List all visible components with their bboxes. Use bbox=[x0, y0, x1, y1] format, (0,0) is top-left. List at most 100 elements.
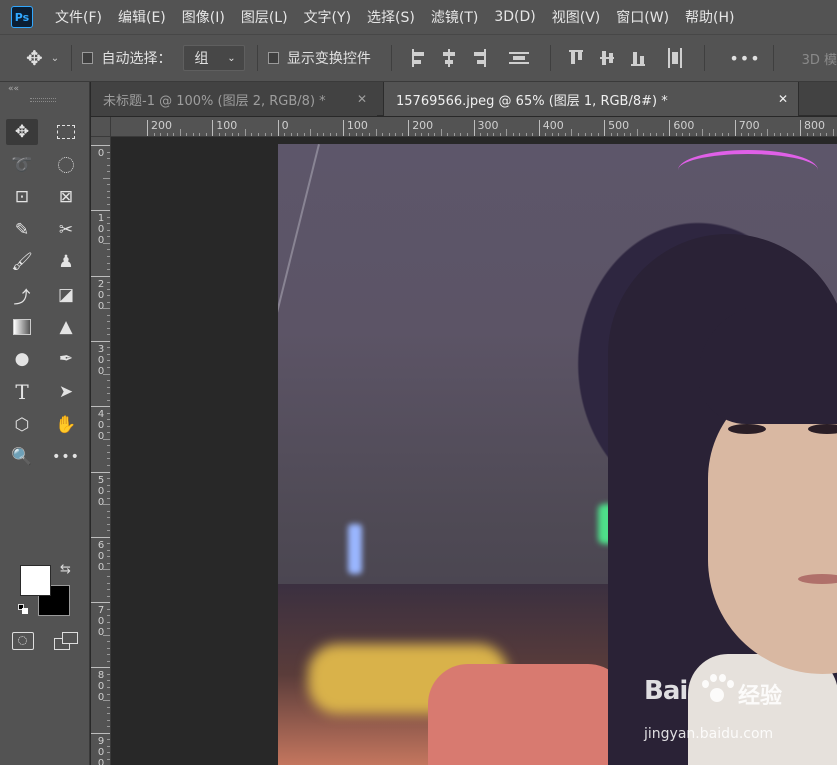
vertical-ruler[interactable]: 0100200300400500600700800900 bbox=[91, 137, 111, 765]
ruler-h-minor-tick bbox=[199, 133, 201, 136]
horizontal-ruler[interactable]: 200 100 0 100 200 300 400 500 600 700 800 bbox=[111, 117, 837, 137]
shape-tool-icon[interactable]: ⬡ bbox=[6, 412, 38, 438]
align-right-edges-icon[interactable] bbox=[472, 48, 487, 68]
ruler-h-minor-tick bbox=[179, 129, 181, 136]
ruler-v-minor-tick bbox=[107, 654, 110, 656]
align-top-edges-icon[interactable] bbox=[568, 48, 584, 68]
ruler-v-minor-tick bbox=[107, 151, 110, 153]
align-left-edges-icon[interactable] bbox=[410, 48, 425, 68]
ruler-v-digit: 0 bbox=[97, 431, 105, 443]
align-horizontal-centers-icon[interactable] bbox=[441, 48, 456, 68]
auto-select-checkbox[interactable] bbox=[82, 52, 94, 64]
menu-select[interactable]: 选择(S) bbox=[359, 7, 423, 27]
auto-select-target-dropdown[interactable]: 组 ⌄ bbox=[183, 45, 245, 71]
more-options-icon[interactable]: ••• bbox=[729, 49, 760, 68]
ruler-h-minor-tick bbox=[160, 133, 162, 136]
path-selection-tool-icon[interactable]: ➤ bbox=[50, 379, 82, 405]
ruler-v-digit: 0 bbox=[97, 496, 105, 508]
watermark-url: jingyan.baidu.com bbox=[644, 726, 774, 742]
menu-filter[interactable]: 滤镜(T) bbox=[423, 7, 486, 27]
tab-15769566-jpeg[interactable]: 15769566.jpeg @ 65% (图层 1, RGB/8#) * ✕ bbox=[383, 82, 799, 116]
eyedropper-tool-icon[interactable]: ✎ bbox=[6, 217, 38, 243]
menu-layer[interactable]: 图层(L) bbox=[233, 7, 296, 27]
ruler-v-minor-tick bbox=[107, 314, 110, 316]
crop-tool-icon[interactable]: ⊡ bbox=[6, 184, 38, 210]
type-tool-icon[interactable]: T bbox=[6, 379, 38, 405]
ruler-v-minor-tick bbox=[107, 464, 110, 466]
menu-help[interactable]: 帮助(H) bbox=[677, 7, 742, 27]
menu-image[interactable]: 图像(I) bbox=[174, 7, 233, 27]
ruler-v-digit: 0 bbox=[97, 616, 105, 628]
ruler-h-label: 0 bbox=[277, 120, 289, 136]
ruler-v-minor-tick bbox=[107, 158, 110, 160]
sharpen-tool-icon[interactable]: ▲ bbox=[50, 314, 82, 340]
collapse-panel-icon[interactable]: «« bbox=[8, 84, 19, 94]
ruler-h-minor-tick bbox=[244, 129, 246, 136]
menu-type[interactable]: 文字(Y) bbox=[296, 7, 359, 27]
watermark-chinese: 经验 bbox=[738, 684, 783, 709]
chevron-down-icon[interactable]: ⌄ bbox=[51, 53, 59, 64]
swap-colors-icon[interactable]: ⇆ bbox=[60, 562, 71, 577]
ruler-v-label: 400 bbox=[91, 406, 110, 443]
ruler-h-minor-tick bbox=[617, 133, 619, 136]
distribute-horizontal-icon[interactable] bbox=[667, 48, 683, 68]
ruler-origin[interactable] bbox=[91, 117, 111, 137]
menu-view[interactable]: 视图(V) bbox=[544, 7, 609, 27]
menu-file[interactable]: 文件(F) bbox=[43, 7, 110, 27]
align-bottom-edges-icon[interactable] bbox=[630, 48, 646, 68]
ruler-v-minor-tick bbox=[107, 517, 110, 519]
close-icon[interactable]: ✕ bbox=[778, 92, 788, 106]
menu-window[interactable]: 窗口(W) bbox=[608, 7, 677, 27]
panel-grip[interactable] bbox=[30, 98, 56, 102]
ruler-v-minor-tick bbox=[107, 367, 110, 369]
move-tool-preset-icon[interactable]: ✥ bbox=[26, 46, 43, 70]
ruler-v-minor-tick bbox=[107, 269, 110, 271]
clone-stamp-tool-icon[interactable]: ♟ bbox=[50, 249, 82, 275]
eraser-tool-icon[interactable]: ◪ bbox=[50, 282, 82, 308]
image-blue-light bbox=[348, 524, 362, 574]
ruler-v-minor-tick bbox=[107, 491, 110, 493]
3d-mode-label: 3D 模 bbox=[801, 52, 837, 68]
screen-mode-icon[interactable] bbox=[54, 632, 78, 652]
move-tool-icon[interactable]: ✥ bbox=[6, 119, 38, 145]
ruler-h-minor-tick bbox=[427, 133, 429, 136]
ruler-v-minor-tick bbox=[107, 641, 110, 643]
quick-mask-mode-icon[interactable] bbox=[12, 632, 34, 650]
brush-tool-icon[interactable]: 🖌 bbox=[6, 249, 38, 275]
ruler-v-minor-tick bbox=[107, 478, 110, 480]
edit-toolbar-icon[interactable]: ••• bbox=[50, 444, 82, 470]
rectangular-marquee-tool-icon[interactable] bbox=[50, 119, 82, 145]
show-transform-controls-checkbox[interactable] bbox=[267, 52, 279, 64]
dodge-tool-icon[interactable]: ● bbox=[6, 346, 38, 372]
ruler-v-digit: 4 bbox=[97, 409, 105, 421]
ruler-v-digit: 0 bbox=[97, 148, 105, 159]
lasso-tool-icon[interactable]: ➰ bbox=[6, 152, 38, 178]
ruler-h-minor-tick bbox=[675, 133, 677, 136]
frame-tool-icon[interactable]: ⊠ bbox=[50, 184, 82, 210]
ruler-v-minor-tick bbox=[107, 575, 110, 577]
ruler-h-minor-tick bbox=[258, 133, 259, 136]
pen-tool-icon[interactable]: ✒ bbox=[50, 346, 82, 372]
history-brush-tool-icon[interactable]: ⤴ bbox=[6, 282, 38, 308]
foreground-color-swatch[interactable] bbox=[20, 565, 51, 596]
distribute-vertical-icon[interactable] bbox=[508, 48, 529, 68]
ruler-h-minor-tick bbox=[395, 133, 397, 136]
zoom-tool-icon[interactable]: 🔍 bbox=[6, 444, 38, 470]
default-colors-icon[interactable] bbox=[18, 604, 28, 614]
content-aware-move-tool-icon[interactable]: ✂ bbox=[50, 217, 82, 243]
quick-selection-tool-icon[interactable] bbox=[50, 152, 82, 178]
menu-edit[interactable]: 编辑(E) bbox=[110, 7, 174, 27]
gradient-tool-icon[interactable] bbox=[6, 314, 38, 340]
ruler-v-label: 800 bbox=[91, 667, 110, 703]
divider bbox=[256, 45, 258, 71]
canvas-area[interactable] bbox=[112, 138, 837, 765]
hand-tool-icon[interactable]: ✋ bbox=[50, 412, 82, 438]
ruler-h-minor-tick bbox=[264, 133, 266, 136]
align-vertical-centers-icon[interactable] bbox=[599, 48, 615, 68]
menu-3d[interactable]: 3D(D) bbox=[486, 9, 543, 25]
ruler-v-minor-tick bbox=[107, 203, 110, 205]
ruler-v-minor-tick bbox=[107, 445, 110, 447]
tab-untitled-1[interactable]: 未标题-1 @ 100% (图层 2, RGB/8) * ✕ bbox=[91, 82, 377, 116]
ruler-h-minor-tick bbox=[329, 133, 331, 136]
close-icon[interactable]: ✕ bbox=[357, 92, 367, 106]
